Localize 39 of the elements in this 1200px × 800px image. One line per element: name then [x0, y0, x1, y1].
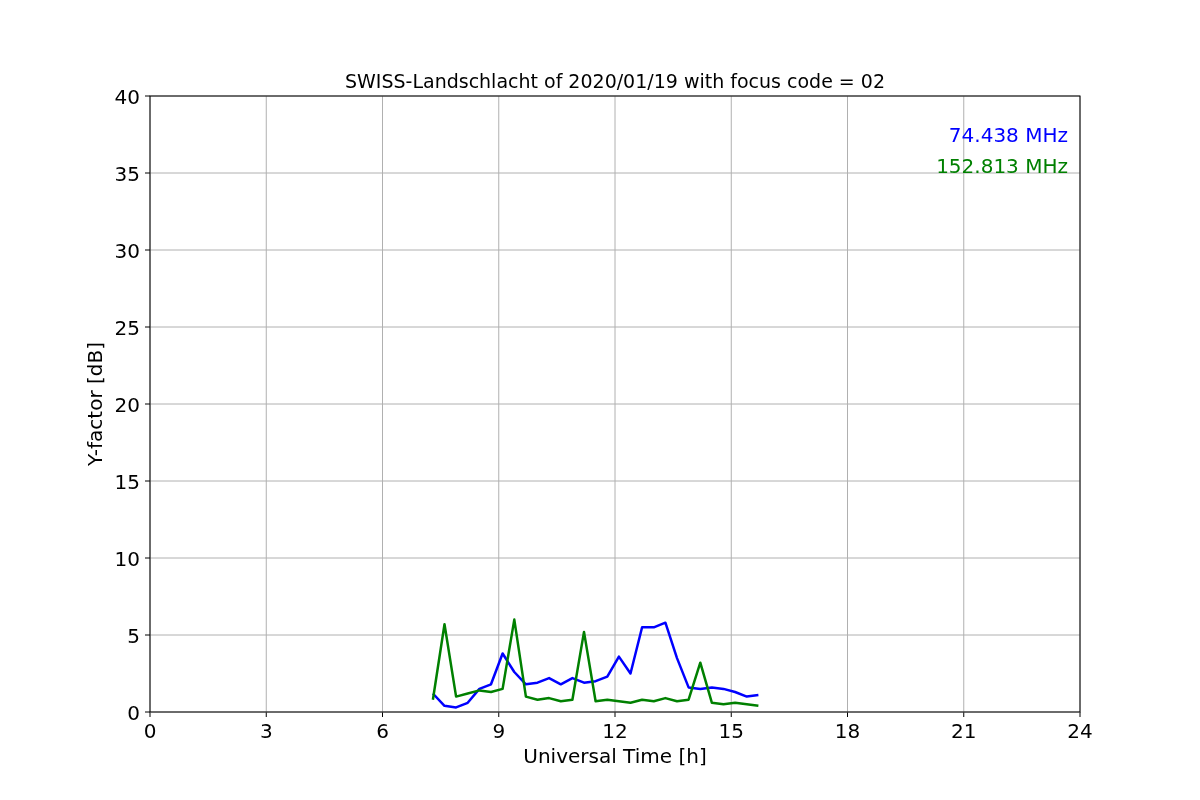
tick-label: 35 [114, 162, 140, 186]
tick-label: 0 [143, 719, 157, 743]
chart-title: SWISS-Landschlacht of 2020/01/19 with focus code = 02 [345, 70, 885, 92]
tick-label: 30 [114, 239, 140, 263]
tick-label: 18 [834, 719, 861, 743]
axis-label: Y-factor [dB] [83, 342, 107, 466]
tick-mark [144, 172, 151, 174]
tick-mark [144, 634, 151, 636]
legend-label: 74.438 MHz [948, 123, 1068, 147]
tick-label: 21 [951, 719, 977, 743]
tick-label: 10 [114, 547, 140, 571]
tick-label: 24 [1067, 719, 1093, 743]
tick-mark [144, 326, 151, 328]
tick-mark [1079, 711, 1081, 718]
tick-label: 12 [602, 719, 628, 743]
tick-mark [614, 711, 616, 718]
tick-mark [144, 95, 151, 97]
tick-mark [382, 711, 383, 718]
tick-mark [144, 249, 151, 251]
tick-label: 9 [492, 719, 506, 743]
tick-mark [265, 711, 267, 718]
legend-label: 152.813 MHz [936, 154, 1068, 178]
tick-label: 6 [376, 719, 389, 743]
tick-label: 20 [114, 393, 140, 417]
tick-mark [730, 711, 732, 718]
tick-label: 15 [114, 470, 140, 494]
tick-label: 5 [127, 624, 140, 648]
tick-mark [144, 403, 151, 405]
tick-mark [847, 711, 848, 718]
tick-mark [144, 557, 151, 559]
tick-mark [963, 711, 965, 718]
tick-label: 3 [259, 719, 273, 743]
tick-label: 0 [127, 701, 140, 725]
tick-mark [498, 711, 500, 718]
tick-mark [144, 480, 151, 482]
tick-label: 25 [114, 316, 140, 340]
tick-label: 40 [114, 85, 140, 109]
tick-label: 15 [718, 719, 744, 743]
axis-label: Universal Time [h] [523, 744, 707, 768]
